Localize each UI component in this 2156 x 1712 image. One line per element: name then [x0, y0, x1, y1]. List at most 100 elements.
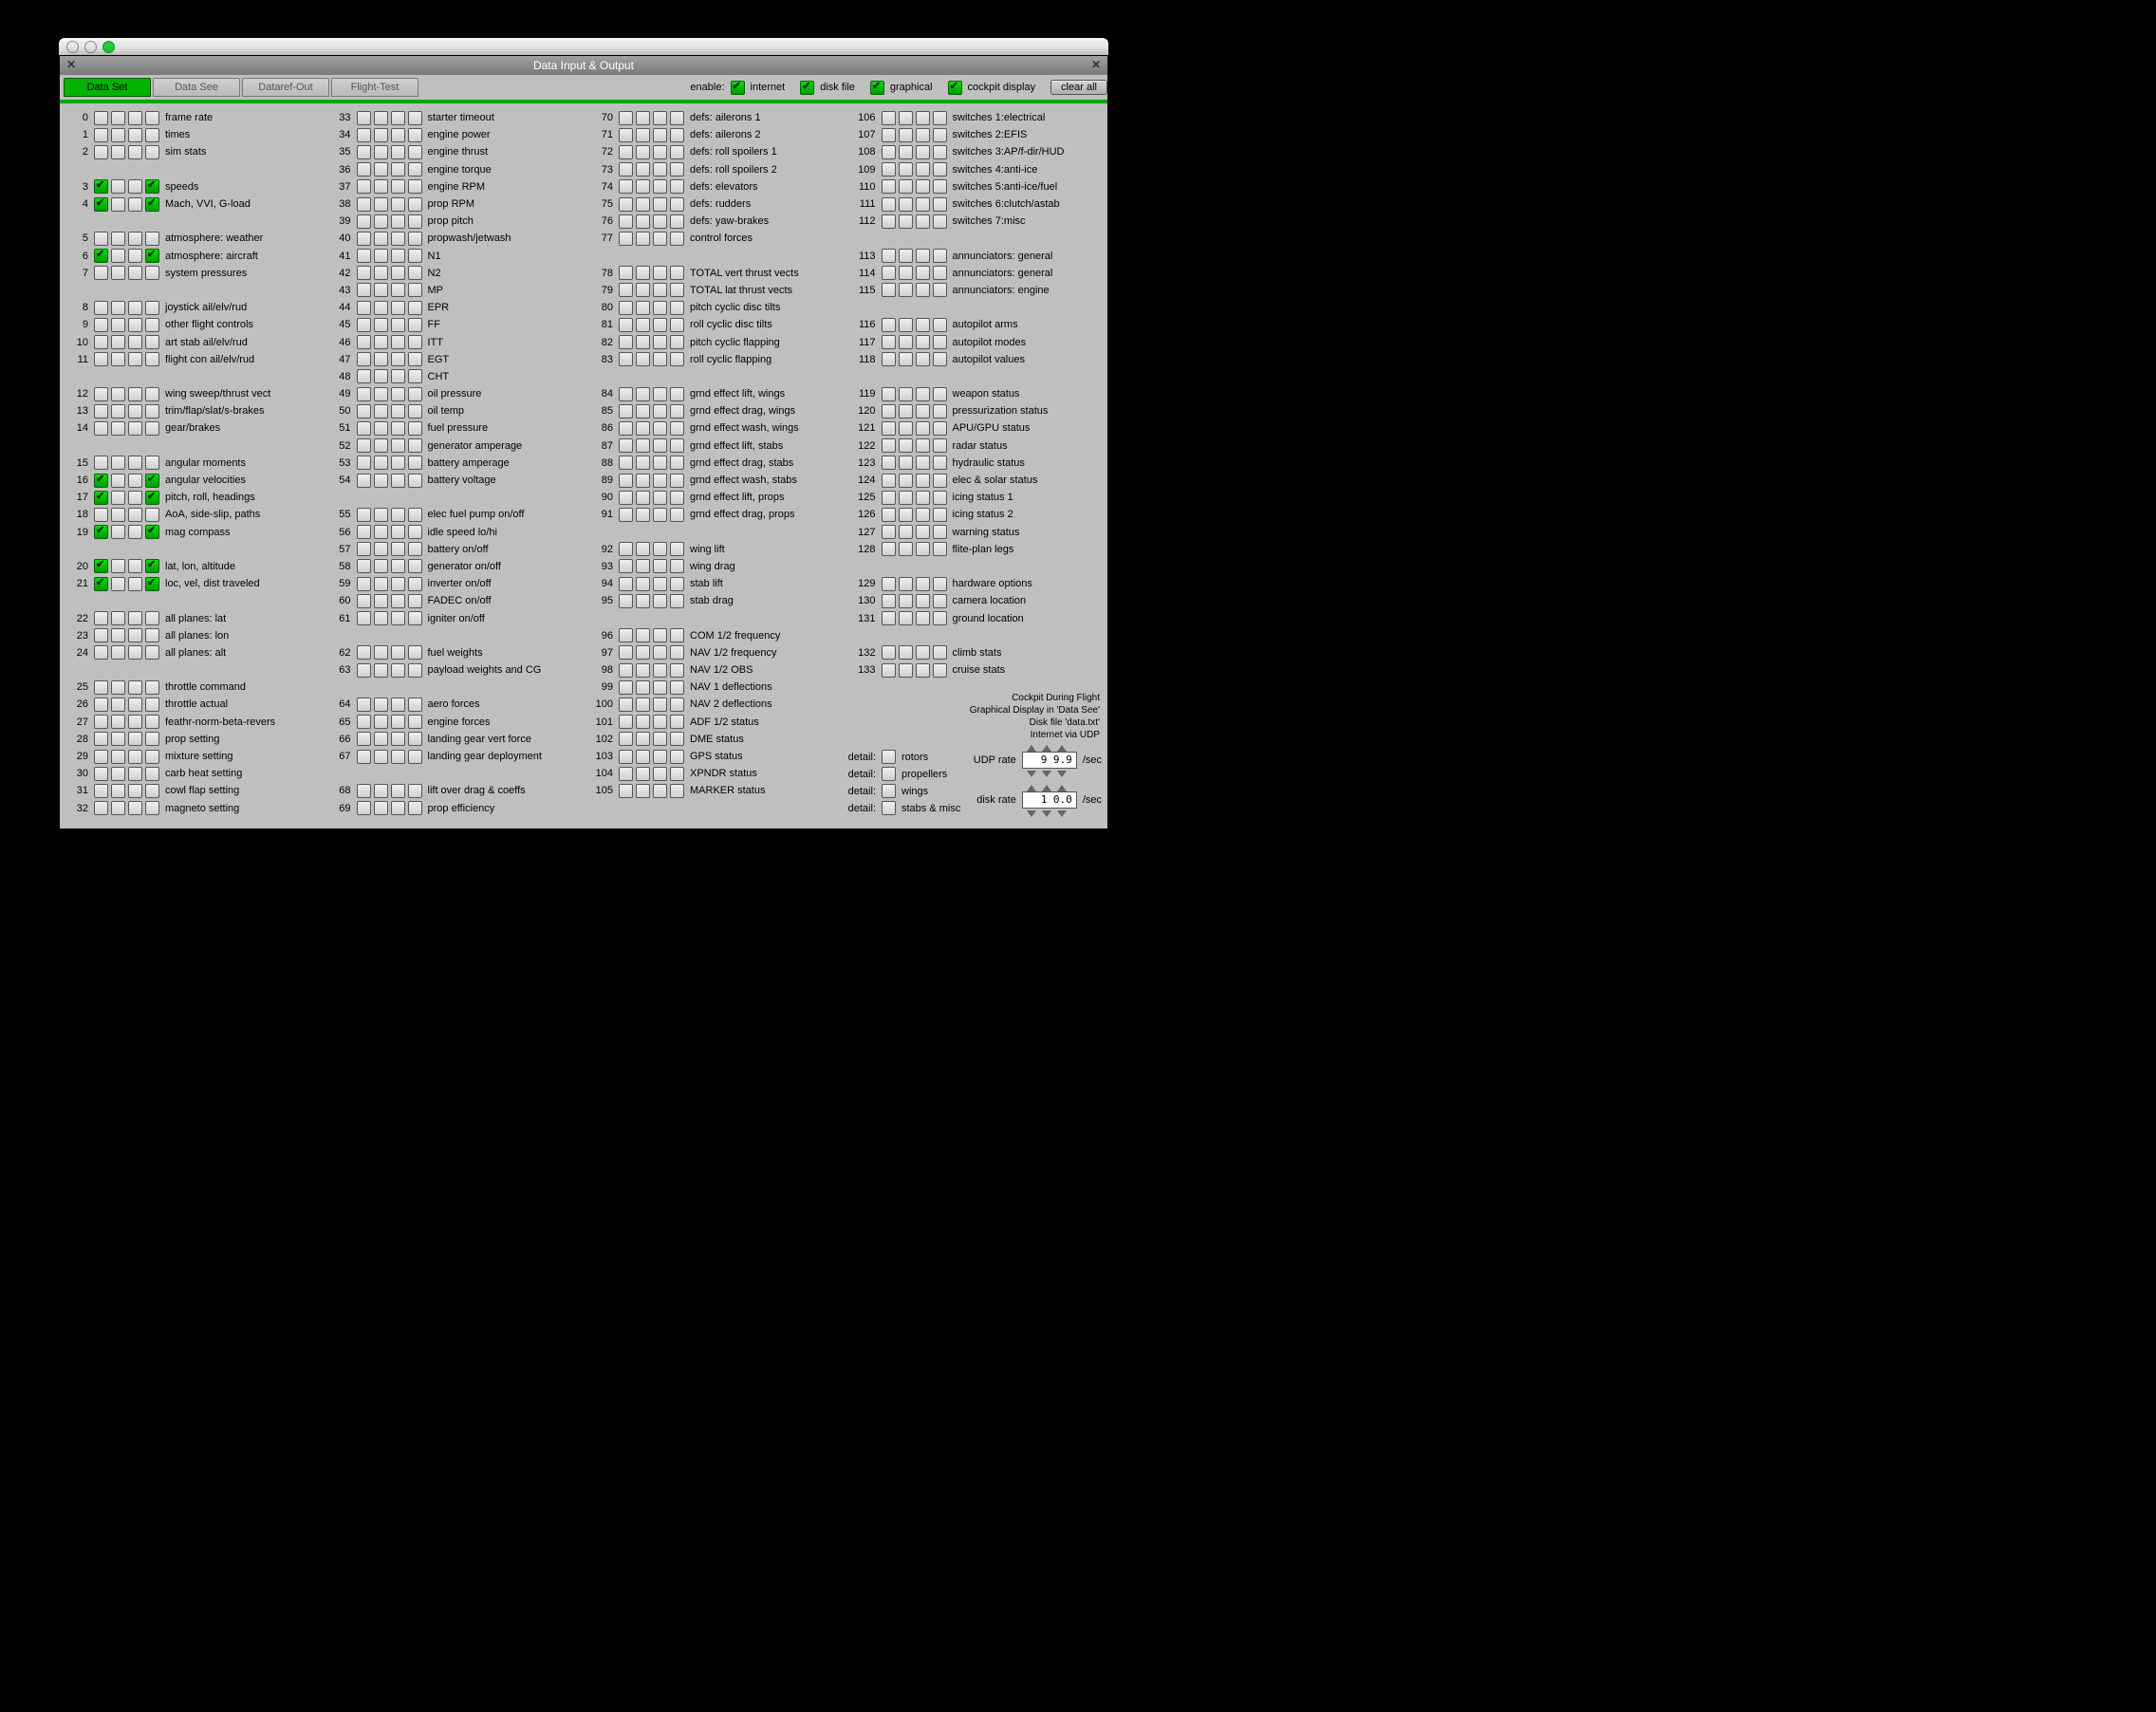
row-100-diskfile-checkbox[interactable]	[636, 698, 650, 712]
row-87-diskfile-checkbox[interactable]	[636, 438, 650, 453]
row-58-graphical-checkbox[interactable]	[391, 559, 405, 573]
row-57-cockpit-checkbox[interactable]	[408, 542, 422, 556]
row-113-internet-checkbox[interactable]	[882, 249, 896, 263]
row-16-diskfile-checkbox[interactable]	[111, 474, 125, 488]
row-105-cockpit-checkbox[interactable]	[670, 784, 684, 798]
row-24-cockpit-checkbox[interactable]	[145, 645, 159, 660]
row-20-internet-checkbox[interactable]	[94, 559, 108, 573]
traffic-min-icon[interactable]	[84, 41, 97, 53]
enable-disk-file-checkbox[interactable]	[800, 81, 814, 95]
row-110-internet-checkbox[interactable]	[882, 179, 896, 194]
row-89-diskfile-checkbox[interactable]	[636, 474, 650, 488]
row-84-diskfile-checkbox[interactable]	[636, 387, 650, 401]
row-11-internet-checkbox[interactable]	[94, 352, 108, 366]
udp-rate-dn-2[interactable]	[1042, 771, 1051, 777]
row-88-cockpit-checkbox[interactable]	[670, 456, 684, 470]
row-34-graphical-checkbox[interactable]	[391, 128, 405, 142]
udp-rate-up-2[interactable]	[1042, 745, 1051, 752]
row-45-graphical-checkbox[interactable]	[391, 318, 405, 332]
close-icon[interactable]: ✕	[64, 58, 79, 73]
row-16-cockpit-checkbox[interactable]	[145, 474, 159, 488]
row-64-cockpit-checkbox[interactable]	[408, 698, 422, 712]
row-35-graphical-checkbox[interactable]	[391, 145, 405, 159]
row-115-graphical-checkbox[interactable]	[916, 283, 930, 297]
row-45-internet-checkbox[interactable]	[357, 318, 371, 332]
row-83-graphical-checkbox[interactable]	[653, 352, 667, 366]
row-10-internet-checkbox[interactable]	[94, 335, 108, 349]
row-78-cockpit-checkbox[interactable]	[670, 266, 684, 280]
row-75-graphical-checkbox[interactable]	[653, 197, 667, 212]
row-18-graphical-checkbox[interactable]	[128, 508, 142, 522]
row-107-internet-checkbox[interactable]	[882, 128, 896, 142]
row-65-cockpit-checkbox[interactable]	[408, 715, 422, 729]
row-127-cockpit-checkbox[interactable]	[933, 525, 947, 539]
row-41-internet-checkbox[interactable]	[357, 249, 371, 263]
row-123-graphical-checkbox[interactable]	[916, 456, 930, 470]
row-3-cockpit-checkbox[interactable]	[145, 179, 159, 194]
row-58-internet-checkbox[interactable]	[357, 559, 371, 573]
enable-internet-checkbox[interactable]	[731, 81, 745, 95]
row-33-diskfile-checkbox[interactable]	[374, 111, 388, 125]
row-114-diskfile-checkbox[interactable]	[899, 266, 913, 280]
row-68-cockpit-checkbox[interactable]	[408, 784, 422, 798]
row-38-cockpit-checkbox[interactable]	[408, 197, 422, 212]
row-55-internet-checkbox[interactable]	[357, 508, 371, 522]
row-52-diskfile-checkbox[interactable]	[374, 438, 388, 453]
row-120-graphical-checkbox[interactable]	[916, 404, 930, 419]
row-49-internet-checkbox[interactable]	[357, 387, 371, 401]
row-106-graphical-checkbox[interactable]	[916, 111, 930, 125]
row-78-internet-checkbox[interactable]	[619, 266, 633, 280]
row-67-internet-checkbox[interactable]	[357, 750, 371, 764]
row-35-cockpit-checkbox[interactable]	[408, 145, 422, 159]
row-131-graphical-checkbox[interactable]	[916, 611, 930, 625]
row-5-graphical-checkbox[interactable]	[128, 232, 142, 246]
row-1-internet-checkbox[interactable]	[94, 128, 108, 142]
row-77-graphical-checkbox[interactable]	[653, 232, 667, 246]
row-15-diskfile-checkbox[interactable]	[111, 456, 125, 470]
row-37-cockpit-checkbox[interactable]	[408, 179, 422, 194]
udp-rate-dn-3[interactable]	[1057, 771, 1067, 777]
row-18-cockpit-checkbox[interactable]	[145, 508, 159, 522]
row-41-diskfile-checkbox[interactable]	[374, 249, 388, 263]
row-83-cockpit-checkbox[interactable]	[670, 352, 684, 366]
traffic-zoom-icon[interactable]	[102, 41, 115, 53]
row-103-diskfile-checkbox[interactable]	[636, 750, 650, 764]
row-75-internet-checkbox[interactable]	[619, 197, 633, 212]
row-65-internet-checkbox[interactable]	[357, 715, 371, 729]
row-73-diskfile-checkbox[interactable]	[636, 162, 650, 177]
row-109-graphical-checkbox[interactable]	[916, 162, 930, 177]
row-79-graphical-checkbox[interactable]	[653, 283, 667, 297]
row-66-internet-checkbox[interactable]	[357, 732, 371, 746]
row-18-internet-checkbox[interactable]	[94, 508, 108, 522]
row-129-internet-checkbox[interactable]	[882, 577, 896, 591]
row-74-diskfile-checkbox[interactable]	[636, 179, 650, 194]
row-35-diskfile-checkbox[interactable]	[374, 145, 388, 159]
row-42-graphical-checkbox[interactable]	[391, 266, 405, 280]
row-61-cockpit-checkbox[interactable]	[408, 611, 422, 625]
row-110-cockpit-checkbox[interactable]	[933, 179, 947, 194]
row-0-diskfile-checkbox[interactable]	[111, 111, 125, 125]
row-80-graphical-checkbox[interactable]	[653, 301, 667, 315]
row-69-internet-checkbox[interactable]	[357, 801, 371, 815]
row-76-diskfile-checkbox[interactable]	[636, 214, 650, 229]
row-90-diskfile-checkbox[interactable]	[636, 491, 650, 505]
row-119-internet-checkbox[interactable]	[882, 387, 896, 401]
row-20-diskfile-checkbox[interactable]	[111, 559, 125, 573]
row-21-cockpit-checkbox[interactable]	[145, 577, 159, 591]
row-126-cockpit-checkbox[interactable]	[933, 508, 947, 522]
row-113-cockpit-checkbox[interactable]	[933, 249, 947, 263]
row-118-diskfile-checkbox[interactable]	[899, 352, 913, 366]
row-30-graphical-checkbox[interactable]	[128, 767, 142, 781]
row-88-internet-checkbox[interactable]	[619, 456, 633, 470]
row-79-diskfile-checkbox[interactable]	[636, 283, 650, 297]
row-17-cockpit-checkbox[interactable]	[145, 491, 159, 505]
row-26-graphical-checkbox[interactable]	[128, 698, 142, 712]
row-130-cockpit-checkbox[interactable]	[933, 594, 947, 608]
row-124-graphical-checkbox[interactable]	[916, 474, 930, 488]
row-55-cockpit-checkbox[interactable]	[408, 508, 422, 522]
row-17-graphical-checkbox[interactable]	[128, 491, 142, 505]
row-62-internet-checkbox[interactable]	[357, 645, 371, 660]
row-21-graphical-checkbox[interactable]	[128, 577, 142, 591]
row-87-internet-checkbox[interactable]	[619, 438, 633, 453]
row-101-cockpit-checkbox[interactable]	[670, 715, 684, 729]
